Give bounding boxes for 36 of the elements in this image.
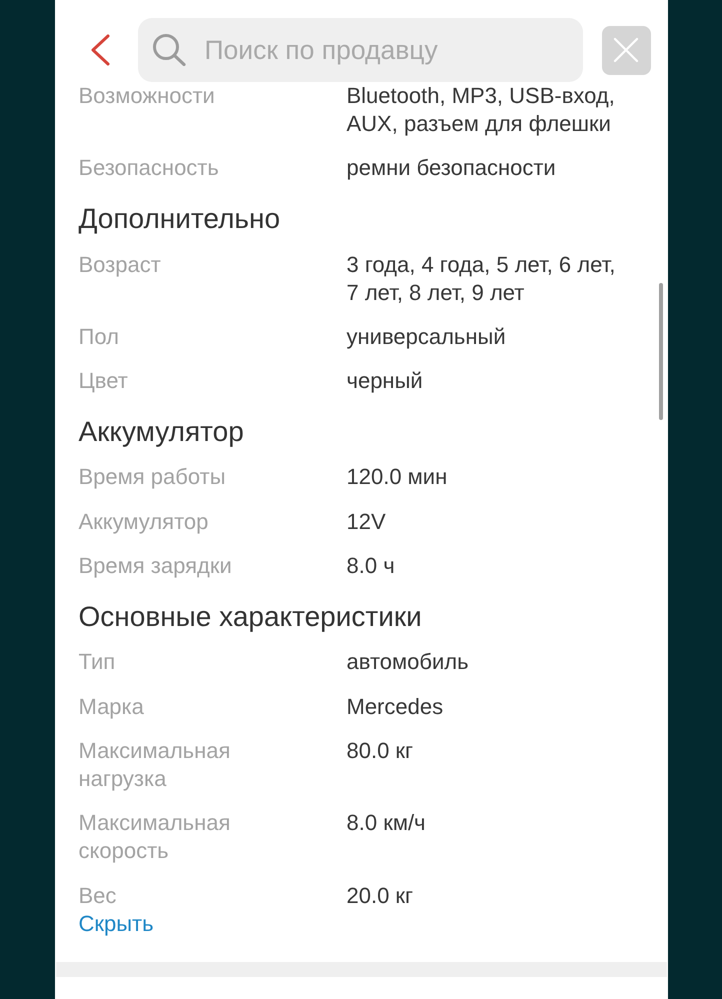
spec-label: Марка [78, 692, 145, 721]
spec-value: универсальный [346, 322, 507, 351]
section-heading: Основные характеристики [78, 602, 423, 632]
spec-label: Время работы [78, 463, 227, 492]
section-heading: Дополнительно [78, 204, 282, 234]
spec-value: 3 года, 4 года, 5 лет, 6 лет, 7 лет, 8 лет, 9 лет [346, 250, 616, 307]
close-button[interactable] [602, 26, 650, 74]
spec-value: 120.0 мин [346, 463, 448, 492]
spec-label: Максимальная нагрузка [78, 736, 232, 793]
spec-value: ремни безопасности [346, 154, 557, 182]
spec-value: Bluetooth, MP3, USB-вход, AUX, разъем для флешки [346, 82, 616, 138]
spec-label: Тип [78, 648, 116, 676]
spec-label: Аккумулятор [78, 508, 210, 536]
spec-value: 20.0 кг [346, 882, 414, 910]
spec-label: Время зарядки [78, 552, 233, 580]
spec-value: 8.0 км/ч [346, 809, 427, 838]
spec-value: Mercedes [346, 692, 444, 721]
spec-value: 12V [346, 508, 387, 536]
spec-label: Возраст [78, 250, 162, 279]
spec-label: Безопасность [78, 154, 220, 182]
spec-value: 80.0 кг [346, 736, 414, 765]
section-heading: Аккумулятор [78, 417, 245, 448]
spec-label: Вес [78, 882, 118, 910]
spec-label: Возможности [78, 82, 216, 110]
spec-value: автомобиль [346, 648, 470, 676]
spec-label: Пол [78, 322, 120, 351]
hide-link[interactable]: Скрыть [78, 910, 154, 938]
chevron-left-icon [90, 34, 110, 66]
scrollbar-thumb[interactable] [658, 283, 662, 420]
search-field[interactable]: Поиск по продавцу [138, 18, 582, 82]
spec-value: 8.0 ч [346, 552, 396, 580]
spec-value: черный [346, 367, 424, 396]
spec-label: Максимальная скорость [78, 809, 232, 866]
close-icon [613, 37, 639, 63]
search-icon [152, 33, 186, 66]
spec-label: Цвет [78, 367, 129, 396]
